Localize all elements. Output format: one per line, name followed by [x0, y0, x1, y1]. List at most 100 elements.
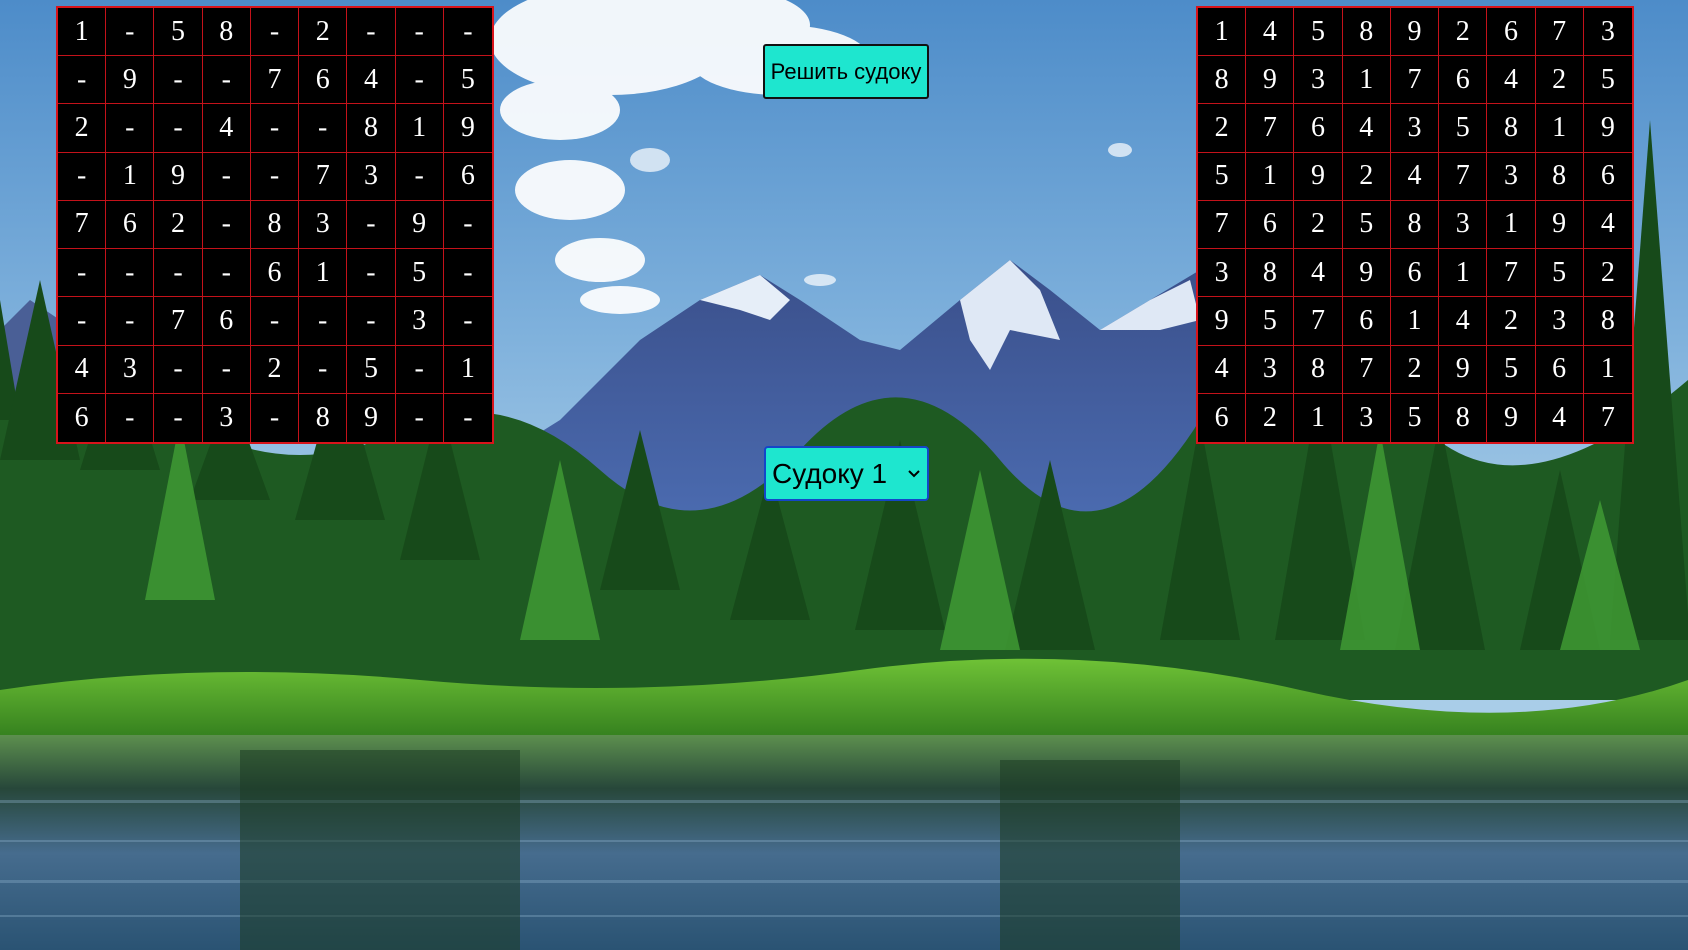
puzzle-cell: -	[250, 152, 300, 201]
puzzle-cell: 9	[395, 200, 444, 250]
sudoku-select[interactable]: Судоку 1	[764, 446, 929, 501]
solution-cell: 1	[1246, 152, 1295, 201]
puzzle-cell: 3	[347, 152, 396, 201]
puzzle-cell: 9	[106, 56, 155, 105]
puzzle-cell: -	[154, 393, 203, 442]
solution-cell: 1	[1583, 346, 1632, 394]
puzzle-cell: -	[347, 297, 396, 346]
puzzle-cell: -	[347, 249, 396, 298]
puzzle-cell: -	[347, 200, 396, 250]
puzzle-cell: -	[443, 249, 492, 298]
puzzle-cell: -	[202, 152, 251, 201]
puzzle-cell: -	[299, 104, 348, 153]
puzzle-cell: -	[443, 297, 492, 346]
solution-cell: 9	[1246, 56, 1295, 105]
solution-cell: 6	[1487, 8, 1536, 57]
solution-cell: 7	[1342, 345, 1391, 394]
solution-cell: 9	[1198, 297, 1247, 346]
puzzle-cell: -	[395, 8, 444, 57]
solution-cell: 1	[1487, 200, 1536, 250]
puzzle-cell: 1	[299, 249, 348, 298]
solution-cell: 6	[1390, 249, 1440, 298]
solution-cell: 3	[1198, 249, 1247, 298]
puzzle-cell: 6	[58, 393, 107, 442]
puzzle-cell: -	[251, 393, 300, 442]
solution-cell: 7	[1439, 152, 1488, 201]
solution-cell: 6	[1583, 153, 1632, 201]
solution-cell: 5	[1535, 249, 1584, 298]
solution-cell: 3	[1583, 8, 1632, 57]
puzzle-cell: 4	[347, 56, 396, 105]
chevron-down-icon	[907, 467, 921, 481]
puzzle-cell: -	[106, 297, 155, 346]
puzzle-cell: -	[202, 249, 251, 298]
solution-cell: 5	[1583, 56, 1632, 105]
solution-cell: 4	[1246, 8, 1295, 57]
puzzle-cell: -	[395, 152, 444, 201]
sudoku-select-value: Судоку 1	[772, 457, 888, 489]
puzzle-cell: 7	[58, 200, 107, 250]
puzzle-cell: 6	[299, 56, 348, 105]
solution-cell: 2	[1439, 8, 1488, 57]
solution-cell: 6	[1342, 297, 1391, 346]
solution-cell: 2	[1390, 345, 1440, 394]
puzzle-cell: 7	[299, 152, 348, 201]
puzzle-cell: 1	[58, 8, 107, 57]
puzzle-cell: -	[299, 345, 348, 394]
solve-sudoku-button[interactable]: Решить судоку	[763, 44, 929, 99]
solution-cell: 4	[1342, 104, 1391, 153]
puzzle-cell: -	[154, 56, 203, 105]
puzzle-cell: 6	[250, 249, 300, 298]
puzzle-cell: 2	[299, 8, 348, 57]
puzzle-cell: -	[396, 393, 444, 442]
puzzle-cell: -	[106, 104, 155, 153]
solution-cell: 8	[1294, 345, 1343, 394]
puzzle-cell: 3	[299, 200, 348, 250]
solution-cell: 4	[1583, 201, 1632, 250]
solution-cell: 1	[1439, 249, 1488, 298]
solution-cell: 8	[1342, 8, 1391, 57]
solution-cell: 3	[1343, 393, 1391, 442]
puzzle-cell: -	[58, 297, 107, 346]
solution-cell: 7	[1487, 249, 1536, 298]
puzzle-cell: -	[106, 249, 155, 298]
puzzle-cell: 5	[154, 8, 203, 57]
puzzle-cell: 7	[154, 297, 203, 346]
puzzle-cell: -	[463, 401, 473, 433]
puzzle-cell: 5	[395, 249, 444, 298]
solution-cell: 1	[1198, 8, 1247, 57]
puzzle-cell: 3	[203, 393, 251, 442]
puzzle-cell: 3	[395, 297, 444, 346]
puzzle-cell: 1	[443, 346, 492, 394]
solution-cell: 4	[1294, 249, 1343, 298]
puzzle-cell: 7	[250, 56, 300, 105]
solution-cell: 1	[1294, 393, 1343, 442]
solution-cell: 1	[1535, 104, 1584, 153]
solution-cell: 8	[1535, 152, 1584, 201]
solution-cell: 8	[1487, 104, 1536, 153]
puzzle-cell: 6	[106, 200, 155, 250]
solution-cell: 4	[1390, 152, 1440, 201]
puzzle-cell: -	[347, 8, 396, 57]
solution-cell: 9	[1535, 200, 1584, 250]
solution-cell: 8	[1583, 297, 1632, 346]
solution-cell: 4	[1198, 345, 1247, 394]
puzzle-cell: -	[106, 393, 155, 442]
solution-cell: 3	[1246, 345, 1295, 394]
puzzle-cell: 3	[106, 345, 155, 394]
solution-cell: 7	[1198, 200, 1247, 250]
puzzle-cell: 1	[106, 152, 155, 201]
puzzle-cell: 2	[250, 345, 300, 394]
puzzle-cell: -	[250, 8, 300, 57]
puzzle-cell: -	[202, 200, 251, 250]
puzzle-cell: 4	[202, 104, 251, 153]
solution-cell: 4	[1487, 56, 1536, 105]
puzzle-cell: -	[395, 345, 444, 394]
solution-cell: 3	[1535, 297, 1584, 346]
solution-cell: 6	[1198, 393, 1247, 442]
solution-cell: 1	[1390, 297, 1440, 346]
puzzle-cell: 2	[154, 200, 203, 250]
puzzle-cell: 6	[202, 297, 251, 346]
solution-cell: 3	[1487, 152, 1536, 201]
puzzle-cell: -	[299, 297, 348, 346]
